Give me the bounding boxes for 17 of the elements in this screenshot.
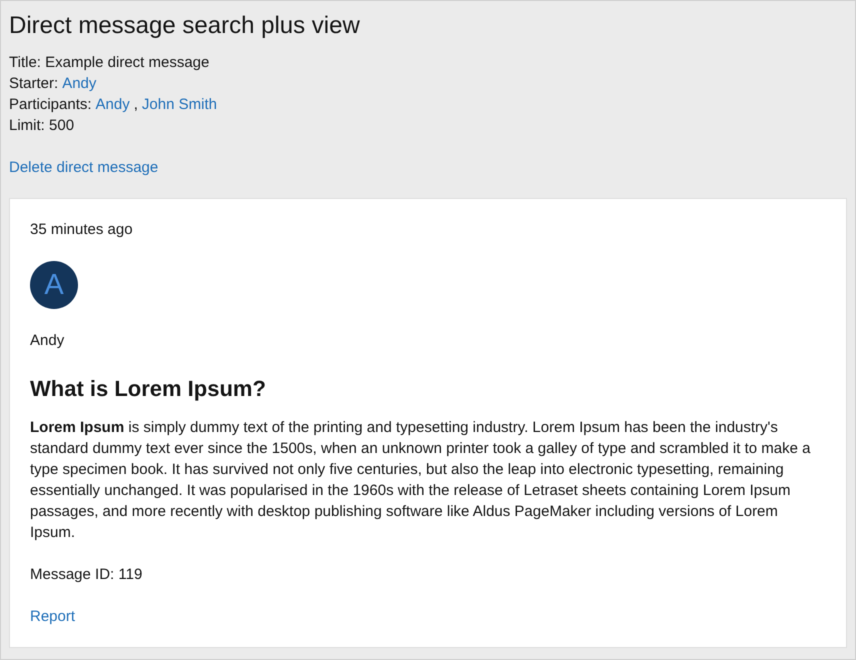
message-id: Message ID: 119 [30,565,142,585]
detail-label: Starter: [9,74,58,94]
user-link[interactable]: Andy [62,73,96,94]
user-link[interactable]: John Smith [142,94,217,115]
detail-text: Title: Example direct message [9,53,210,73]
report-link[interactable]: Report [30,606,76,627]
separator: , [134,95,138,115]
author-name: Andy [30,331,64,351]
message-heading: What is Lorem Ipsum? [30,375,266,402]
page-title: Direct message search plus view [9,12,360,40]
detail-text: Limit: 500 [9,116,74,136]
detail-label: Participants: [9,95,92,115]
avatar: A [30,261,78,309]
delete-link[interactable]: Delete direct message [9,157,158,178]
message-time: 35 minutes ago [30,220,133,240]
message-body: Lorem Ipsum is simply dummy text of the printing and typesetting industry. Lorem Ipsum has been the industry's standard dummy text ever since the 1500s, when an unknown printer took a galley of type and scrambled it to make a type specimen book. It has survived not only five centuries, but also the leap into electronic typesetting, remaining essentially unchanged. It was popularised in the 1960s with the release of Letraset sheets containing Lorem Ipsum passages, and more recently with desktop publishing software like Aldus PageMaker including versions of Lorem Ipsum. [30,418,812,543]
user-link[interactable]: Andy [96,94,130,115]
